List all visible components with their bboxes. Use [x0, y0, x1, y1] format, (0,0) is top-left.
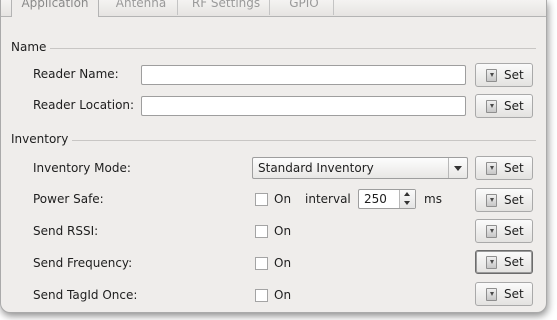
download-arrow-icon — [486, 194, 497, 207]
send-frequency-label: Send Frequency: — [33, 256, 133, 270]
chevron-down-icon[interactable] — [404, 201, 410, 205]
download-arrow-icon — [486, 288, 497, 301]
reader-name-label: Reader Name: — [33, 67, 119, 81]
interval-unit-label: ms — [424, 192, 442, 206]
set-button-label: Set — [504, 255, 524, 269]
tab-application[interactable]: Application — [11, 0, 99, 17]
power-safe-checkbox[interactable] — [255, 193, 268, 206]
reader-location-set-button[interactable]: Set — [475, 94, 533, 118]
name-group-title: Name — [11, 40, 51, 54]
power-safe-label: Power Safe: — [33, 192, 104, 206]
inventory-mode-label: Inventory Mode: — [33, 161, 131, 175]
inventory-group-title: Inventory — [11, 132, 73, 146]
send-rssi-checkbox[interactable] — [255, 225, 268, 238]
tab-antenna-label: Antenna — [115, 0, 167, 10]
inventory-group-border — [11, 140, 536, 141]
tab-rf-settings[interactable]: RF Settings — [183, 0, 270, 15]
send-rssi-on-label: On — [274, 224, 292, 238]
set-button-label: Set — [504, 99, 524, 113]
send-tagid-once-checkbox[interactable] — [255, 289, 268, 302]
power-safe-on-label: On — [274, 192, 292, 206]
send-frequency-set-button[interactable]: Set — [475, 250, 533, 274]
interval-spinbox[interactable]: 250 — [358, 189, 416, 209]
tab-antenna[interactable]: Antenna — [105, 0, 178, 15]
tab-application-label: Application — [21, 0, 89, 10]
download-arrow-icon — [486, 162, 497, 175]
reader-name-set-button[interactable]: Set — [475, 63, 533, 87]
send-tagid-once-label: Send TagId Once: — [33, 288, 138, 302]
download-arrow-icon — [486, 69, 497, 82]
send-tagid-once-set-button[interactable]: Set — [475, 282, 533, 306]
settings-window: Application Antenna RF Settings GPIO Nam… — [0, 0, 547, 313]
download-arrow-icon — [486, 256, 497, 269]
inventory-mode-set-button[interactable]: Set — [475, 156, 533, 180]
tab-gpio-label: GPIO — [289, 0, 319, 10]
set-button-label: Set — [504, 224, 524, 238]
interval-value: 250 — [364, 192, 387, 206]
power-safe-set-button[interactable]: Set — [475, 188, 533, 212]
interval-stepper[interactable] — [399, 190, 415, 208]
send-tagid-once-on-label: On — [274, 288, 292, 302]
tab-rf-settings-label: RF Settings — [191, 0, 261, 10]
download-arrow-icon — [486, 100, 497, 113]
send-rssi-label: Send RSSI: — [33, 224, 99, 238]
set-button-label: Set — [504, 193, 524, 207]
set-button-label: Set — [504, 68, 524, 82]
reader-location-label: Reader Location: — [33, 98, 135, 112]
send-frequency-checkbox[interactable] — [255, 257, 268, 270]
inventory-mode-value: Standard Inventory — [258, 161, 374, 175]
set-button-label: Set — [504, 287, 524, 301]
inventory-mode-select[interactable]: Standard Inventory — [252, 157, 468, 179]
reader-name-input[interactable] — [141, 65, 466, 85]
reader-location-input[interactable] — [141, 96, 466, 116]
send-rssi-set-button[interactable]: Set — [475, 219, 533, 243]
send-frequency-on-label: On — [274, 256, 292, 270]
download-arrow-icon — [486, 225, 497, 238]
chevron-down-icon[interactable] — [448, 158, 467, 178]
tab-gpio[interactable]: GPIO — [275, 0, 334, 15]
chevron-up-icon[interactable] — [404, 192, 410, 196]
set-button-label: Set — [504, 161, 524, 175]
tab-bar: Application Antenna RF Settings GPIO — [1, 0, 546, 17]
interval-label: interval — [305, 192, 351, 206]
